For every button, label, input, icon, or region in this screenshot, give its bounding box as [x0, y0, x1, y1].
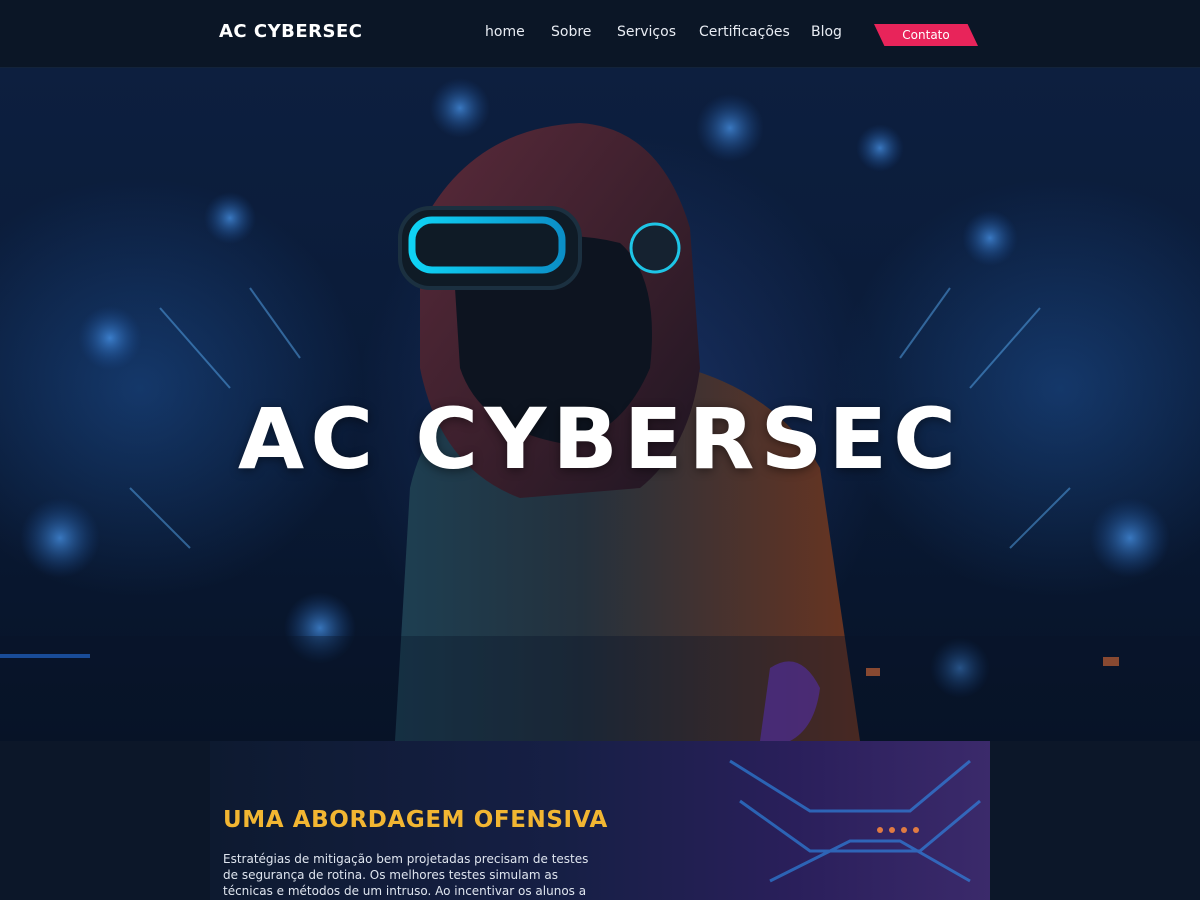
nav-links: home Sobre Serviços Certificações Blog C… [0, 0, 1200, 68]
about-heading: UMA ABORDAGEM OFENSIVA [223, 807, 608, 833]
nav-link-blog[interactable]: Blog [811, 24, 842, 40]
nav-link-certificacoes[interactable]: Certificações [699, 24, 790, 40]
contato-button[interactable]: Contato [874, 24, 978, 46]
hero-title: AC CYBERSEC [237, 390, 963, 488]
hero-banner: AC CYBERSEC [0, 68, 1200, 741]
nav-link-home[interactable]: home [485, 24, 525, 40]
about-section: UMA ABORDAGEM OFENSIVA Estratégias de mi… [0, 741, 1200, 900]
top-navbar: AC CYBERSEC home Sobre Serviços Certific… [0, 0, 1200, 68]
nav-link-servicos[interactable]: Serviços [617, 24, 676, 40]
about-paragraph: Estratégias de mitigação bem projetadas … [223, 852, 589, 898]
nav-link-sobre[interactable]: Sobre [551, 24, 591, 40]
hero-glitch-band [0, 636, 1200, 741]
about-card: UMA ABORDAGEM OFENSIVA Estratégias de mi… [210, 741, 990, 900]
